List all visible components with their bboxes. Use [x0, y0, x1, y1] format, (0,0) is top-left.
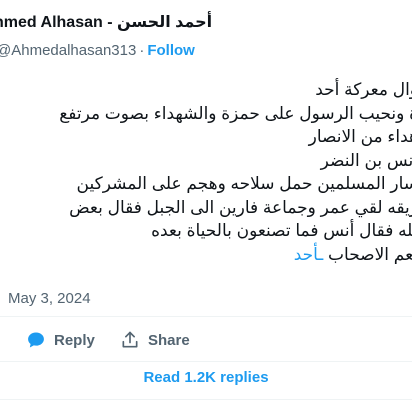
- tweet-line: أنس بن النضر: [320, 150, 412, 170]
- tweet-line: هداء من الانصار: [308, 127, 412, 146]
- reply-label: Reply: [54, 331, 95, 349]
- hashtag-link[interactable]: ـأحد: [294, 245, 324, 264]
- follow-button[interactable]: Follow: [147, 42, 195, 59]
- speech-bubble-icon: [26, 330, 46, 350]
- divider: [0, 399, 412, 400]
- tweet-line: ريقه لقي عمر وجماعة فارين الى الجبل فقال…: [69, 197, 412, 217]
- author-handle-row: @Ahmedalhasan313 · Follow: [0, 42, 195, 59]
- share-label: Share: [148, 331, 190, 349]
- tweet-line: وال معركة أحد: [315, 80, 412, 99]
- read-replies-link[interactable]: Read 1.2K replies: [0, 369, 412, 386]
- tweet-line: ة ونحيب الرسول على حمزة والشهداء بصوت مر…: [59, 103, 412, 123]
- divider: [0, 316, 412, 317]
- reply-button[interactable]: Reply: [26, 330, 95, 350]
- tweet-text: وال معركة أحد ة ونحيب الرسول على حمزة وا…: [0, 78, 412, 266]
- tweet-line-last-text: نعم الاصحاب: [328, 244, 412, 264]
- separator-dot: ·: [139, 42, 145, 59]
- share-button[interactable]: Share: [120, 330, 190, 350]
- tweet-line: سار المسلمين حمل سلاحه وهجم على المشركين: [76, 174, 412, 193]
- share-arrow-icon: [120, 330, 140, 350]
- author-handle[interactable]: @Ahmedalhasan313: [0, 42, 136, 59]
- tweet-date[interactable]: May 3, 2024: [8, 290, 91, 307]
- author-display-name[interactable]: hmed Alhasan - أحمد الحسن: [0, 12, 212, 32]
- divider: [0, 361, 412, 362]
- tweet-line: لله فقال أنس فما تصنعون بالحياة بعده: [151, 221, 412, 240]
- tweet-line-last: نعم الاصحاب ـأحد: [0, 243, 412, 267]
